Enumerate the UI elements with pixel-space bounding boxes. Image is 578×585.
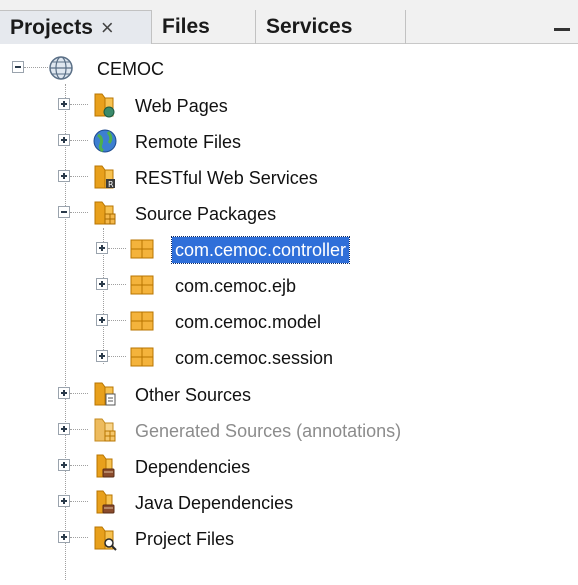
globe-project-icon bbox=[49, 56, 73, 80]
tree-item-com-cemoc-session[interactable]: com.cemoc.session bbox=[0, 341, 578, 375]
collapse-icon[interactable] bbox=[12, 61, 24, 73]
tree-item-label: Project Files bbox=[135, 529, 235, 549]
expand-icon[interactable] bbox=[96, 278, 108, 290]
minimize-icon[interactable] bbox=[554, 28, 570, 31]
tree-item-label: Other Sources bbox=[135, 385, 252, 405]
tree-item-source-packages[interactable]: Source Packages bbox=[0, 197, 578, 231]
tree-item-com-cemoc-controller[interactable]: com.cemoc.controller bbox=[0, 233, 578, 267]
tree-item-restful-web-services[interactable]: R RESTful Web Services bbox=[0, 161, 578, 195]
web-pages-folder-icon bbox=[94, 93, 115, 118]
project-tree: CEMOC Web Pages Remote Files R RESTful W… bbox=[0, 44, 578, 585]
tree-item-label: com.cemoc.model bbox=[175, 312, 322, 332]
tree-item-label: com.cemoc.session bbox=[175, 348, 334, 368]
package-icon bbox=[130, 347, 154, 367]
tab-projects[interactable]: Projects × bbox=[0, 10, 152, 44]
package-icon bbox=[130, 239, 154, 259]
tree-item-web-pages[interactable]: Web Pages bbox=[0, 89, 578, 123]
tree-item-project-files[interactable]: Project Files bbox=[0, 522, 578, 556]
tree-item-other-sources[interactable]: Other Sources bbox=[0, 378, 578, 412]
expand-icon[interactable] bbox=[58, 387, 70, 399]
expand-icon[interactable] bbox=[58, 98, 70, 110]
generated-sources-folder-icon bbox=[94, 418, 116, 442]
dependencies-folder-icon bbox=[96, 454, 115, 478]
expand-icon[interactable] bbox=[96, 350, 108, 362]
collapse-icon[interactable] bbox=[58, 206, 70, 218]
tree-item-label: Generated Sources (annotations) bbox=[135, 421, 402, 441]
restful-folder-icon: R bbox=[94, 165, 115, 189]
tree-item-label: com.cemoc.controller bbox=[170, 236, 351, 264]
svg-text:R: R bbox=[108, 180, 114, 189]
expand-icon[interactable] bbox=[58, 495, 70, 507]
remote-files-globe-icon bbox=[93, 129, 117, 153]
tab-files[interactable]: Files bbox=[152, 10, 256, 44]
tree-item-com-cemoc-ejb[interactable]: com.cemoc.ejb bbox=[0, 269, 578, 303]
expand-icon[interactable] bbox=[58, 459, 70, 471]
tree-item-label: CEMOC bbox=[97, 59, 164, 79]
tree-item-label: Source Packages bbox=[135, 204, 277, 224]
expand-icon[interactable] bbox=[96, 242, 108, 254]
tree-item-label: Remote Files bbox=[135, 132, 242, 152]
package-icon bbox=[130, 275, 154, 295]
tab-services-label: Services bbox=[266, 15, 353, 38]
other-sources-folder-icon bbox=[94, 382, 116, 406]
expand-icon[interactable] bbox=[58, 423, 70, 435]
tree-item-generated-sources[interactable]: Generated Sources (annotations) bbox=[0, 414, 578, 448]
project-files-folder-icon bbox=[94, 526, 117, 551]
tab-services[interactable]: Services bbox=[256, 10, 406, 44]
tree-item-label: Java Dependencies bbox=[135, 493, 294, 513]
tree-item-label: RESTful Web Services bbox=[135, 168, 318, 188]
tree-item-remote-files[interactable]: Remote Files bbox=[0, 125, 578, 159]
tab-projects-label: Projects bbox=[10, 15, 93, 39]
java-dependencies-folder-icon bbox=[96, 490, 115, 514]
expand-icon[interactable] bbox=[58, 170, 70, 182]
tab-files-label: Files bbox=[162, 15, 210, 38]
expand-icon[interactable] bbox=[58, 134, 70, 146]
package-icon bbox=[130, 311, 154, 331]
tab-bar: Projects × Files Services bbox=[0, 0, 578, 44]
tree-item-label: Dependencies bbox=[135, 457, 251, 477]
tree-item-label: Web Pages bbox=[135, 96, 228, 116]
tree-item-com-cemoc-model[interactable]: com.cemoc.model bbox=[0, 305, 578, 339]
expand-icon[interactable] bbox=[96, 314, 108, 326]
close-icon[interactable]: × bbox=[101, 15, 114, 41]
tree-item-label: com.cemoc.ejb bbox=[175, 276, 297, 296]
source-packages-folder-icon bbox=[94, 201, 116, 225]
expand-icon[interactable] bbox=[58, 531, 70, 543]
tree-item-java-dependencies[interactable]: Java Dependencies bbox=[0, 486, 578, 520]
tree-root-cemoc[interactable]: CEMOC bbox=[0, 52, 578, 86]
tree-item-dependencies[interactable]: Dependencies bbox=[0, 450, 578, 484]
